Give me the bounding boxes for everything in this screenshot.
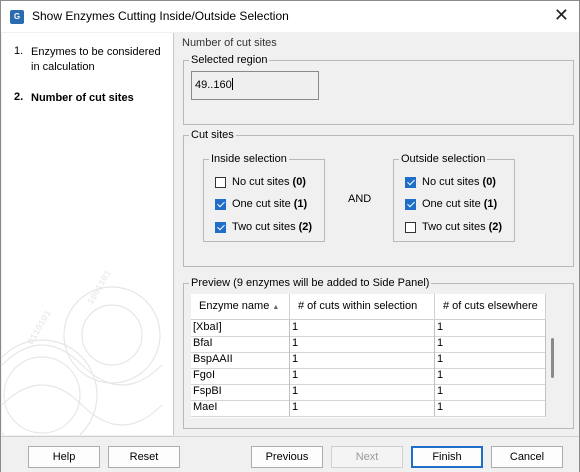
checkbox-label: One cut site (1) (232, 198, 307, 210)
next-button[interactable]: Next (331, 446, 403, 468)
step-number: 1. (14, 45, 24, 57)
previous-button[interactable]: Previous (251, 446, 323, 468)
option-label: No cut sites (232, 176, 290, 188)
table-row[interactable]: FgoI 1 1 (191, 368, 546, 385)
cut-sites-legend: Cut sites (191, 129, 234, 141)
checkbox-label: Two cut sites (2) (232, 221, 312, 233)
reset-button[interactable]: Reset (108, 446, 180, 468)
option-count: (0) (482, 176, 496, 188)
checkbox-label: One cut site (1) (422, 198, 497, 210)
checkbox-box[interactable] (215, 177, 226, 188)
option-label: One cut site (422, 198, 481, 210)
table-cell: 1 (435, 320, 546, 336)
table-cell: [XbaI] (191, 320, 290, 336)
text-caret (231, 78, 233, 90)
option-count: (2) (298, 221, 313, 233)
table-cell: 1 (290, 400, 435, 416)
option-count: (2) (488, 221, 503, 233)
table-cell: 1 (290, 336, 435, 352)
checkbox-box-checked[interactable] (405, 199, 416, 210)
table-row[interactable]: MaeI 1 1 (191, 400, 546, 417)
option-count: (1) (483, 198, 498, 210)
decorative-dna-art: 0110101 1001101 (2, 269, 163, 435)
sort-arrow-icon: ▲ (272, 304, 280, 311)
checkbox-label: No cut sites (0) (422, 176, 496, 188)
table-cell: 1 (290, 352, 435, 368)
window-title: Show Enzymes Cutting Inside/Outside Sele… (32, 9, 289, 23)
option-label: One cut site (232, 198, 291, 210)
option-label: No cut sites (422, 176, 480, 188)
finish-button[interactable]: Finish (411, 446, 483, 468)
app-icon: G (10, 10, 24, 24)
table-cell: 1 (290, 368, 435, 384)
table-cell: 1 (435, 352, 546, 368)
selected-region-legend: Selected region (191, 54, 268, 66)
title-bar: G Show Enzymes Cutting Inside/Outside Se… (1, 1, 579, 32)
checkbox-box-checked[interactable] (215, 222, 226, 233)
page-title: Number of cut sites (182, 37, 277, 49)
help-button[interactable]: Help (28, 446, 100, 468)
step-label: Enzymes to be considered in calculation (31, 46, 161, 73)
dialog-window: G Show Enzymes Cutting Inside/Outside Se… (0, 0, 580, 472)
wizard-steps-sidebar: 1. Enzymes to be considered in calculati… (2, 33, 174, 435)
step-number: 2. (14, 91, 24, 103)
checkbox-label: No cut sites (0) (232, 176, 306, 188)
table-row[interactable]: FspBI 1 1 (191, 384, 546, 401)
table-cell: 1 (435, 384, 546, 400)
table-cell: MaeI (191, 400, 290, 416)
close-icon[interactable]: ✕ (554, 6, 569, 24)
option-count: (1) (293, 198, 308, 210)
checkbox-box-checked[interactable] (405, 177, 416, 188)
column-header-cuts-within[interactable]: # of cuts within selection (290, 294, 435, 319)
table-row[interactable]: BspAAII 1 1 (191, 352, 546, 369)
selected-region-value: 49..160 (195, 79, 232, 91)
table-row[interactable]: BfaI 1 1 (191, 336, 546, 353)
table-row[interactable]: [XbaI] 1 1 (191, 320, 546, 337)
option-label: Two cut sites (422, 221, 486, 233)
column-header-enzyme-name[interactable]: Enzyme name ▲ (191, 294, 290, 319)
table-cell: BspAAII (191, 352, 290, 368)
and-label: AND (348, 193, 372, 205)
column-header-label: # of cuts elsewhere (443, 300, 538, 312)
outside-selection-legend: Outside selection (401, 153, 486, 165)
table-cell: 1 (290, 384, 435, 400)
column-header-label: # of cuts within selection (298, 300, 418, 312)
preview-table: Enzyme name ▲ # of cuts within selection … (191, 294, 546, 418)
table-cell: FgoI (191, 368, 290, 384)
step-label: Number of cut sites (31, 92, 134, 104)
scrollbar-thumb[interactable] (551, 338, 554, 378)
preview-legend: Preview (9 enzymes will be added to Side… (191, 277, 430, 289)
preview-scrollbar[interactable] (546, 294, 559, 418)
table-cell: 1 (290, 320, 435, 336)
table-cell: FspBI (191, 384, 290, 400)
cancel-button[interactable]: Cancel (491, 446, 563, 468)
option-label: Two cut sites (232, 221, 296, 233)
table-header: Enzyme name ▲ # of cuts within selection … (191, 294, 546, 320)
inside-selection-legend: Inside selection (211, 153, 287, 165)
table-cell: 1 (435, 368, 546, 384)
checkbox-label: Two cut sites (2) (422, 221, 502, 233)
selected-region-field[interactable]: 49..160 (191, 71, 319, 100)
table-cell: 1 (435, 336, 546, 352)
table-cell: 1 (435, 400, 546, 416)
table-cell: BfaI (191, 336, 290, 352)
checkbox-box-checked[interactable] (215, 199, 226, 210)
column-header-cuts-elsewhere[interactable]: # of cuts elsewhere (435, 294, 546, 319)
option-count: (0) (292, 176, 306, 188)
column-header-label: Enzyme name (199, 300, 270, 312)
checkbox-box[interactable] (405, 222, 416, 233)
dialog-footer: Help Reset Previous Next Finish Cancel (1, 436, 579, 472)
